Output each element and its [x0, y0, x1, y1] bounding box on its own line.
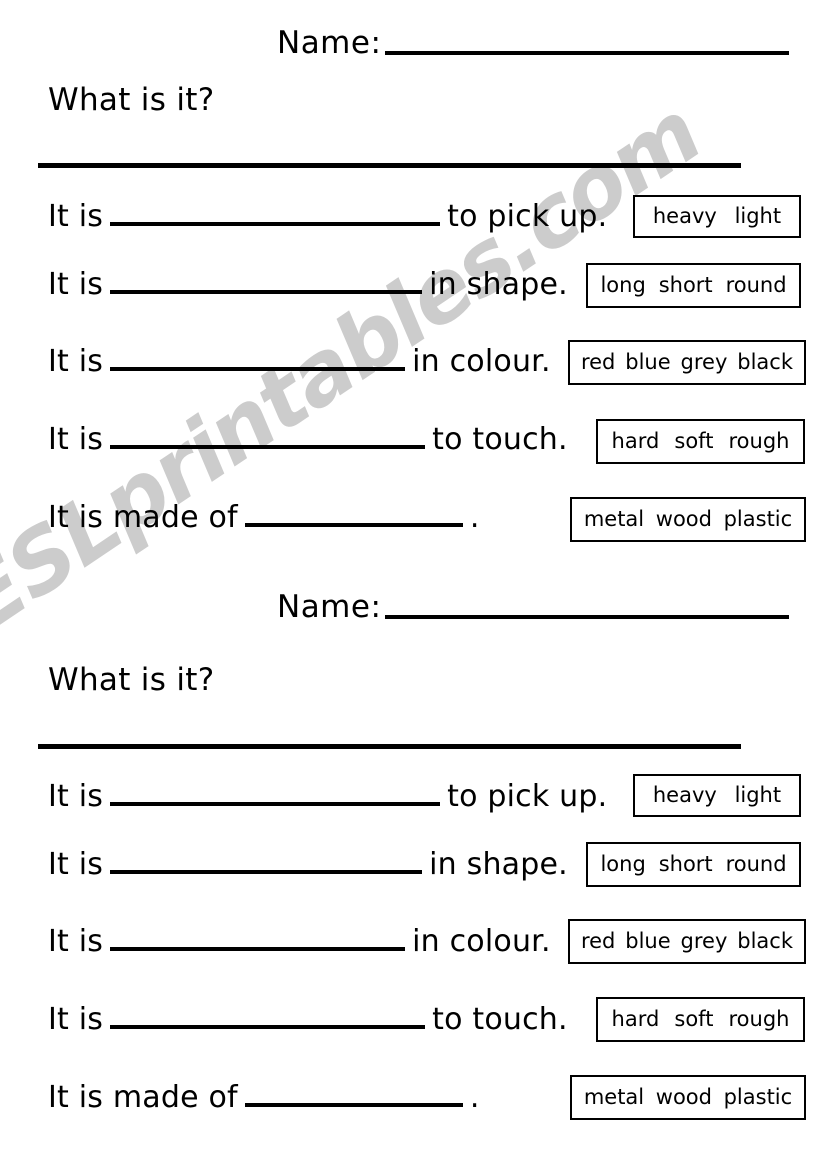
option-2-5-2[interactable]: plastic	[723, 1087, 794, 1108]
sentence-lead-1-2: It is	[48, 267, 104, 302]
option-box-1-2[interactable]: long short round	[586, 263, 801, 308]
sentence-row-2-3: It is in colour.	[48, 925, 551, 957]
option-box-2-5[interactable]: metal wood plastic	[570, 1075, 806, 1120]
option-1-5-0[interactable]: metal	[583, 509, 645, 530]
option-box-2-1[interactable]: heavy light	[633, 774, 801, 817]
sentence-row-1-4: It is to touch.	[48, 423, 568, 455]
sentence-lead-2-5: It is made of	[48, 1080, 238, 1115]
worksheet-content: Name: What is it? It is to pick up. heav…	[0, 0, 821, 1169]
name-write-line-1[interactable]	[385, 51, 790, 55]
option-2-1-0[interactable]: heavy	[652, 785, 718, 806]
option-2-5-0[interactable]: metal	[583, 1087, 645, 1108]
sentence-blank-2-1[interactable]	[110, 780, 441, 806]
sentence-tail-2-4: to touch.	[432, 1002, 568, 1037]
sentence-blank-1-2[interactable]	[110, 268, 423, 294]
sentence-tail-1-2: in shape.	[429, 267, 568, 302]
sentence-lead-1-4: It is	[48, 422, 104, 457]
option-2-5-1[interactable]: wood	[655, 1087, 713, 1108]
sentence-blank-1-3[interactable]	[110, 345, 406, 371]
question-title-2: What is it?	[48, 662, 215, 698]
option-1-2-1[interactable]: short	[658, 275, 714, 296]
sentence-blank-1-5[interactable]	[244, 501, 463, 527]
option-1-5-2[interactable]: plastic	[723, 509, 794, 530]
name-label-1: Name:	[277, 25, 382, 61]
sentence-lead-2-2: It is	[48, 847, 104, 882]
sentence-row-1-1: It is to pick up.	[48, 200, 607, 232]
name-field-row-1: Name:	[277, 25, 790, 61]
sentence-row-2-5: It is made of .	[48, 1081, 480, 1113]
sentence-tail-2-3: in colour.	[412, 924, 551, 959]
option-2-4-0[interactable]: hard	[611, 1009, 661, 1030]
option-1-2-2[interactable]: round	[725, 275, 788, 296]
answer-write-line-2[interactable]	[38, 744, 741, 749]
option-box-1-4[interactable]: hard soft rough	[596, 419, 805, 464]
option-box-1-5[interactable]: metal wood plastic	[570, 497, 806, 542]
answer-write-line-1[interactable]	[38, 163, 741, 168]
sentence-row-1-3: It is in colour.	[48, 345, 551, 377]
worksheet-page: ESLprintables.com Name: What is it? It i…	[0, 0, 821, 1169]
sentence-lead-2-4: It is	[48, 1002, 104, 1037]
option-2-3-3[interactable]: black	[736, 931, 794, 952]
sentence-row-2-2: It is in shape.	[48, 848, 568, 880]
sentence-tail-2-2: in shape.	[429, 847, 568, 882]
sentence-blank-1-1[interactable]	[110, 200, 441, 226]
option-1-2-0[interactable]: long	[599, 275, 646, 296]
sentence-lead-1-3: It is	[48, 344, 104, 379]
option-1-1-0[interactable]: heavy	[652, 206, 718, 227]
sentence-tail-1-3: in colour.	[412, 344, 551, 379]
sentence-row-2-1: It is to pick up.	[48, 780, 607, 812]
option-box-2-2[interactable]: long short round	[586, 842, 801, 887]
sentence-tail-2-1: to pick up.	[447, 779, 608, 814]
option-box-2-4[interactable]: hard soft rough	[596, 997, 805, 1042]
sentence-lead-2-3: It is	[48, 924, 104, 959]
sentence-tail-1-1: to pick up.	[447, 199, 608, 234]
name-field-row-2: Name:	[277, 589, 790, 625]
option-2-2-1[interactable]: short	[658, 854, 714, 875]
option-2-3-0[interactable]: red	[580, 931, 616, 952]
option-2-2-0[interactable]: long	[599, 854, 646, 875]
sentence-blank-2-2[interactable]	[110, 848, 423, 874]
option-box-1-1[interactable]: heavy light	[633, 195, 801, 238]
sentence-blank-2-5[interactable]	[244, 1081, 463, 1107]
sentence-tail-1-4: to touch.	[432, 422, 568, 457]
option-2-4-1[interactable]: soft	[673, 1009, 714, 1030]
sentence-tail-1-5: .	[469, 500, 480, 535]
sentence-lead-2-1: It is	[48, 779, 104, 814]
sentence-row-1-2: It is in shape.	[48, 268, 568, 300]
name-label-2: Name:	[277, 589, 382, 625]
option-2-3-2[interactable]: grey	[680, 931, 729, 952]
sentence-row-1-5: It is made of .	[48, 501, 480, 533]
option-1-4-1[interactable]: soft	[673, 431, 714, 452]
sentence-lead-1-5: It is made of	[48, 500, 238, 535]
option-2-4-2[interactable]: rough	[727, 1009, 790, 1030]
sentence-blank-2-3[interactable]	[110, 925, 406, 951]
option-2-3-1[interactable]: blue	[624, 931, 671, 952]
option-2-2-2[interactable]: round	[725, 854, 788, 875]
name-write-line-2[interactable]	[385, 615, 790, 619]
option-box-2-3[interactable]: red blue grey black	[568, 919, 806, 964]
option-1-4-0[interactable]: hard	[611, 431, 661, 452]
sentence-blank-1-4[interactable]	[110, 423, 426, 449]
option-1-3-0[interactable]: red	[580, 352, 616, 373]
option-2-1-1[interactable]: light	[734, 785, 783, 806]
option-1-3-1[interactable]: blue	[624, 352, 671, 373]
sentence-tail-2-5: .	[469, 1080, 480, 1115]
option-box-1-3[interactable]: red blue grey black	[568, 340, 806, 385]
sentence-lead-1-1: It is	[48, 199, 104, 234]
option-1-1-1[interactable]: light	[734, 206, 783, 227]
question-title-1: What is it?	[48, 82, 215, 118]
option-1-5-1[interactable]: wood	[655, 509, 713, 530]
option-1-3-2[interactable]: grey	[680, 352, 729, 373]
option-1-3-3[interactable]: black	[736, 352, 794, 373]
option-1-4-2[interactable]: rough	[727, 431, 790, 452]
sentence-row-2-4: It is to touch.	[48, 1003, 568, 1035]
sentence-blank-2-4[interactable]	[110, 1003, 426, 1029]
